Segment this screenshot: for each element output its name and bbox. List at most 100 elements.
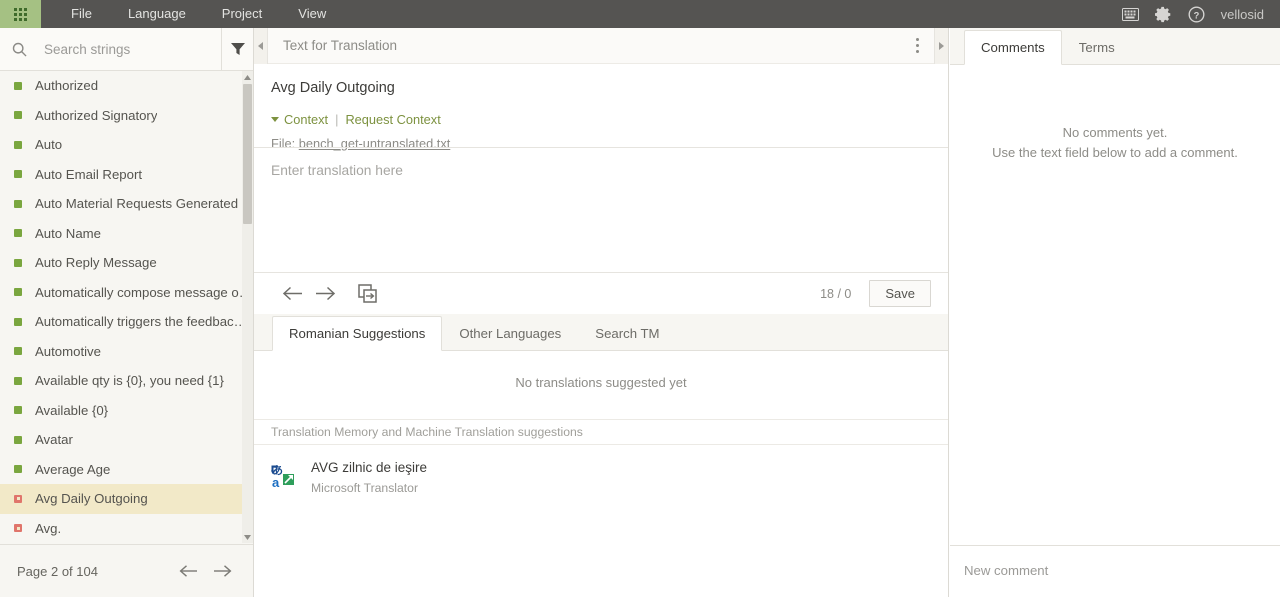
list-item[interactable]: Auto Name xyxy=(0,219,253,249)
list-item[interactable]: Available qty is {0}, you need {1} xyxy=(0,366,253,396)
menu-item-language[interactable]: Language xyxy=(110,0,204,28)
tm-result-text: AVG zilnic de ieşire xyxy=(311,460,428,475)
list-item-label: Avg. xyxy=(35,520,62,536)
new-comment-input[interactable] xyxy=(950,546,1280,597)
list-item[interactable]: Automatically compose message on ... xyxy=(0,278,253,308)
tm-result-provider: Microsoft Translator xyxy=(311,481,419,495)
status-dot xyxy=(14,347,22,356)
list-item[interactable]: Auto xyxy=(0,130,253,160)
menu-item-view[interactable]: View xyxy=(280,0,344,28)
context-separator: | xyxy=(335,112,339,127)
filter-funnel-icon[interactable] xyxy=(221,27,253,71)
list-item[interactable]: Auto Reply Message xyxy=(0,248,253,278)
list-item-label: Auto Email Report xyxy=(35,166,143,182)
list-item-label: Available qty is {0}, you need {1} xyxy=(35,373,224,389)
scroll-up-icon[interactable] xyxy=(242,71,253,83)
keyboard-icon[interactable] xyxy=(1121,7,1139,21)
tm-result-content: AVG zilnic de ieşire Microsoft Translato… xyxy=(311,460,427,495)
save-button[interactable]: Save xyxy=(869,280,931,307)
list-item-label: Automatically compose message on ... xyxy=(35,284,253,300)
next-string-button[interactable] xyxy=(309,280,342,308)
status-dot xyxy=(14,229,22,238)
new-comment-wrapper xyxy=(950,545,1280,597)
list-item-label: Authorized xyxy=(35,78,99,94)
tm-result-row[interactable]: あ a AVG zilnic de ieşire Microsoft Trans… xyxy=(254,453,948,502)
list-item-label: Avatar xyxy=(35,432,73,448)
prev-page-button[interactable] xyxy=(175,558,201,584)
svg-text:?: ? xyxy=(1193,10,1199,20)
help-icon[interactable]: ? xyxy=(1188,6,1205,23)
tab-search-tm[interactable]: Search TM xyxy=(578,316,676,351)
gear-icon[interactable] xyxy=(1154,6,1172,23)
pagination-bar: Page 2 of 104 xyxy=(0,544,253,597)
list-item[interactable]: Authorized Signatory xyxy=(0,101,253,131)
comments-empty-line2: Use the text field below to add a commen… xyxy=(992,145,1238,160)
context-row: Context | Request Context xyxy=(254,96,948,127)
status-dot xyxy=(14,140,22,149)
menu-item-file[interactable]: File xyxy=(53,0,110,28)
translation-input[interactable] xyxy=(254,148,948,272)
list-item[interactable]: Authorized xyxy=(0,71,253,101)
list-item[interactable]: Auto Material Requests Generated xyxy=(0,189,253,219)
list-item[interactable]: Auto Email Report xyxy=(0,160,253,190)
no-suggestions-message: No translations suggested yet xyxy=(515,374,687,390)
suggestion-tabs: Romanian Suggestions Other Languages Sea… xyxy=(254,314,948,351)
list-item[interactable]: Average Age xyxy=(0,455,253,485)
list-item-label: Avg Daily Outgoing xyxy=(35,491,148,507)
comments-tabs: Comments Terms xyxy=(950,28,1280,65)
target-text-area xyxy=(254,147,948,272)
list-item-label: Automatically triggers the feedback ... xyxy=(35,314,253,330)
context-toggle-icon[interactable] xyxy=(271,117,279,122)
status-dot xyxy=(14,170,22,179)
tab-terms[interactable]: Terms xyxy=(1062,30,1132,65)
list-item-selected[interactable]: Avg Daily Outgoing xyxy=(0,484,253,514)
character-count: 18 / 0 xyxy=(820,286,852,301)
comments-panel: Comments Terms No comments yet. Use the … xyxy=(950,28,1280,597)
status-dot xyxy=(14,494,22,503)
strings-sidebar: Authorized Authorized Signatory Auto Aut… xyxy=(0,27,254,597)
list-item[interactable]: Avatar xyxy=(0,425,253,455)
strings-list[interactable]: Authorized Authorized Signatory Auto Aut… xyxy=(0,71,253,543)
status-dot xyxy=(14,465,22,474)
username-label[interactable]: vellosid xyxy=(1221,7,1264,22)
more-options-icon[interactable] xyxy=(900,28,934,64)
tab-comments[interactable]: Comments xyxy=(964,30,1062,65)
status-dot xyxy=(14,435,22,444)
list-item-label: Average Age xyxy=(35,461,111,477)
next-page-button[interactable] xyxy=(209,558,235,584)
status-dot xyxy=(14,524,22,533)
sidebar-scrollbar[interactable] xyxy=(242,71,253,543)
search-input[interactable] xyxy=(36,41,221,57)
list-item-label: Auto Name xyxy=(35,225,101,241)
status-dot xyxy=(14,199,22,208)
list-item[interactable]: Automatically triggers the feedback ... xyxy=(0,307,253,337)
prev-string-button[interactable] xyxy=(276,280,309,308)
copy-source-icon[interactable] xyxy=(351,280,384,308)
page-title: Text for Translation xyxy=(283,38,398,53)
source-text: Avg Daily Outgoing xyxy=(271,80,395,96)
menu-item-project[interactable]: Project xyxy=(204,0,280,28)
status-dot xyxy=(14,317,22,326)
svg-text:a: a xyxy=(272,475,280,488)
app-grid-glyph xyxy=(14,7,27,21)
list-item[interactable]: Avg. xyxy=(0,514,253,544)
scroll-down-icon[interactable] xyxy=(242,531,253,543)
list-item-label: Available {0} xyxy=(35,402,109,418)
context-link[interactable]: Context xyxy=(284,112,328,127)
chevron-right-icon[interactable] xyxy=(934,27,948,64)
list-item[interactable]: Available {0} xyxy=(0,396,253,426)
page-label: Page 2 of 104 xyxy=(17,563,98,579)
request-context-link[interactable]: Request Context xyxy=(345,112,440,127)
list-item[interactable]: Automotive xyxy=(0,337,253,367)
scrollbar-thumb[interactable] xyxy=(243,84,252,224)
editor-header: Text for Translation xyxy=(254,27,948,64)
comments-empty-state: No comments yet. Use the text field belo… xyxy=(950,65,1280,163)
chevron-left-icon[interactable] xyxy=(254,27,268,64)
tab-romanian-suggestions[interactable]: Romanian Suggestions xyxy=(272,316,443,351)
status-dot xyxy=(14,81,22,90)
status-dot xyxy=(14,258,22,267)
status-dot xyxy=(14,406,22,415)
tab-other-languages[interactable]: Other Languages xyxy=(442,316,578,351)
app-grid-icon[interactable] xyxy=(0,0,41,28)
translation-editor: Text for Translation Avg Daily Outgoing … xyxy=(254,27,949,597)
